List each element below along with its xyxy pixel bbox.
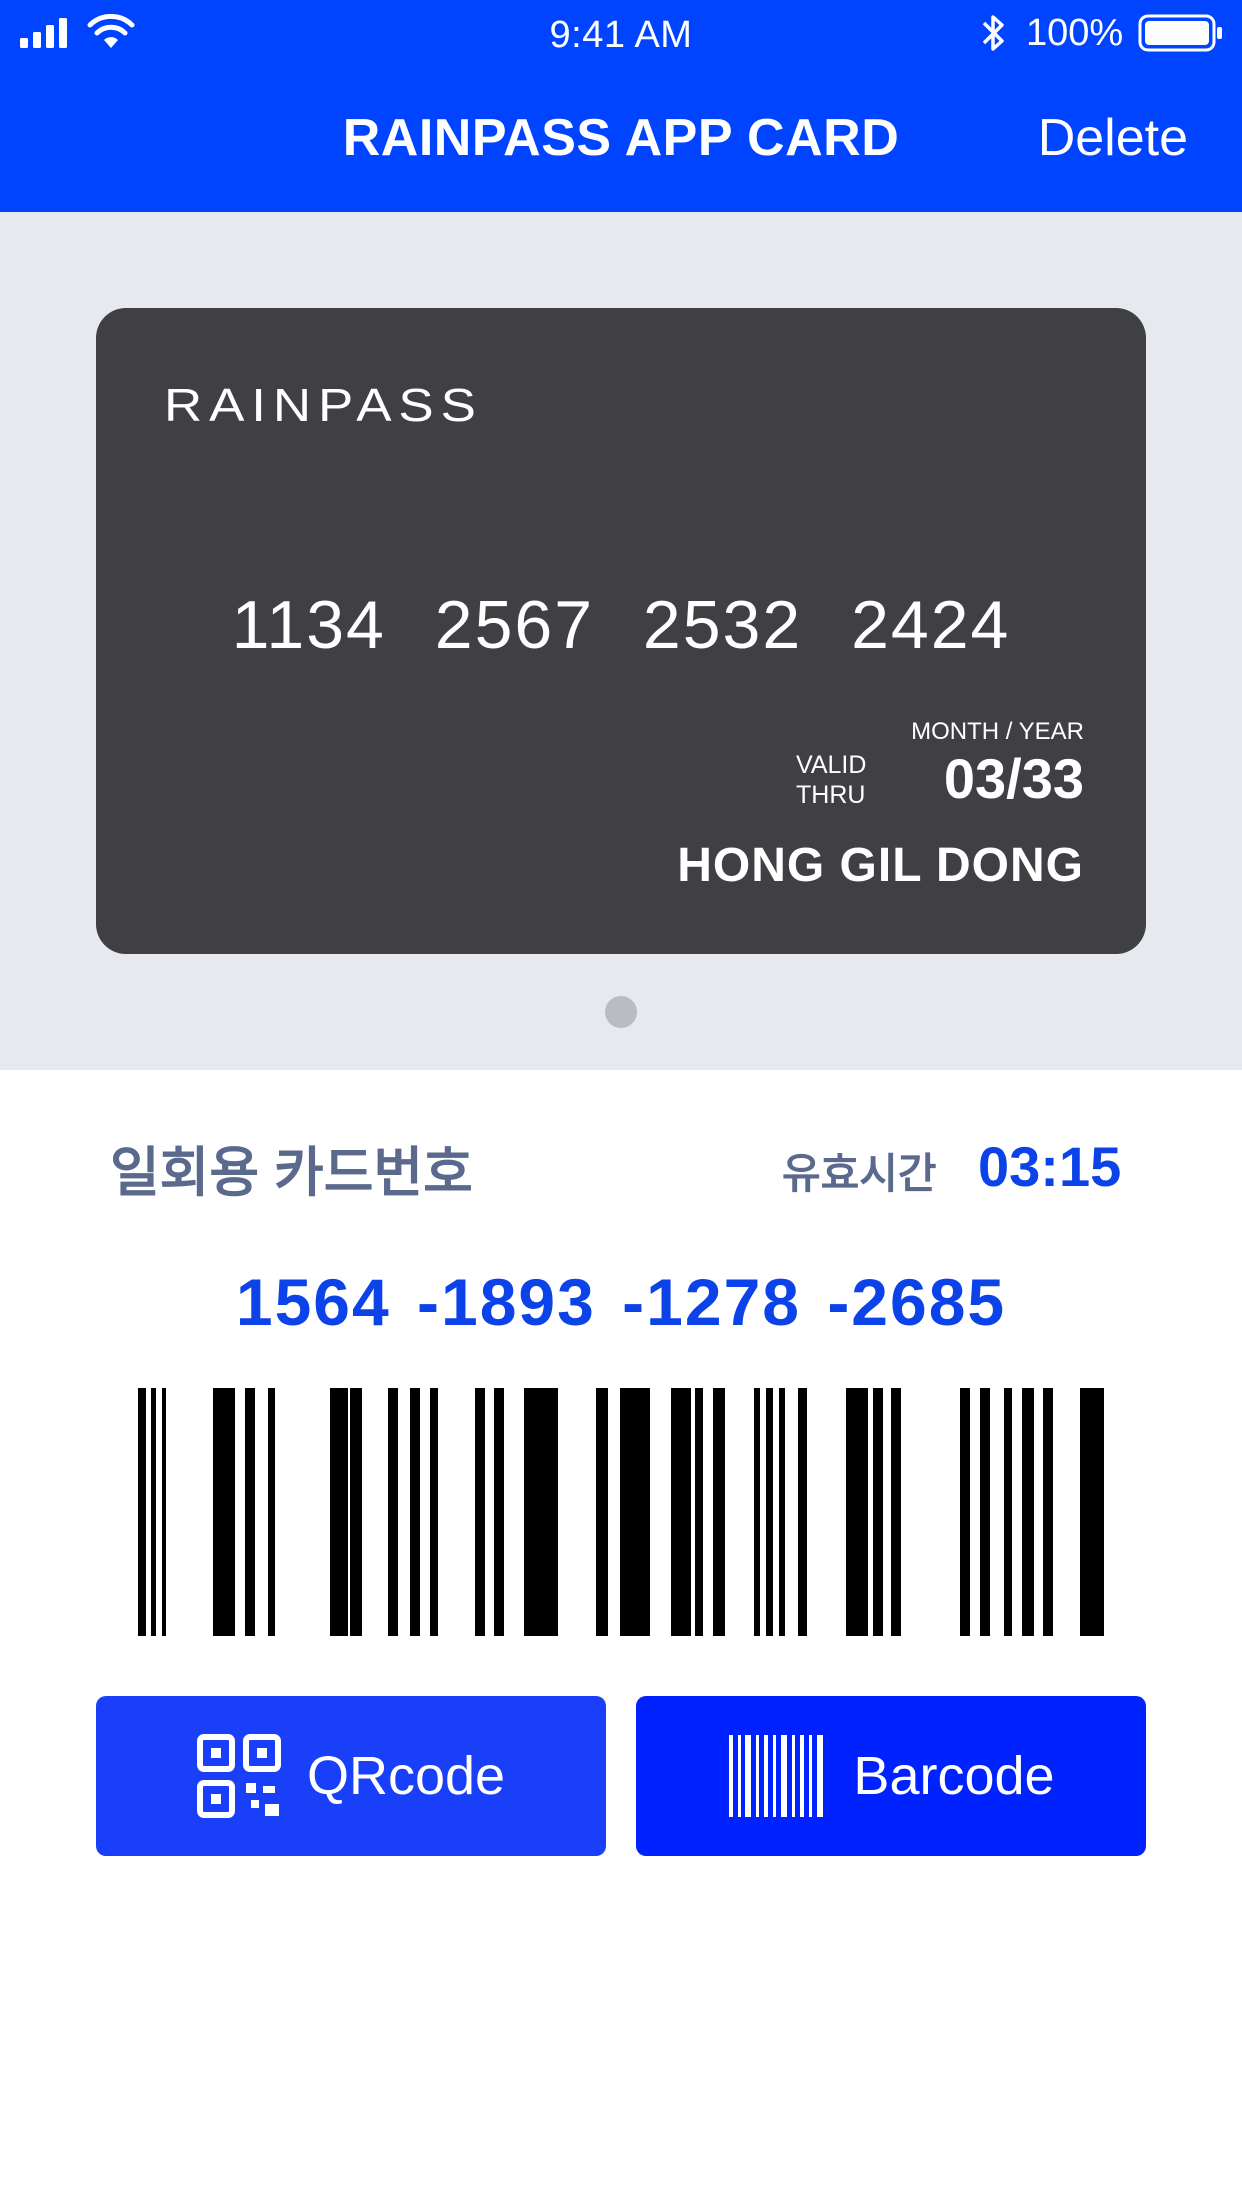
barcode-bar [766,1388,773,1636]
page-indicator-dot[interactable] [605,996,637,1028]
barcode-bar [960,1388,970,1636]
barcode-bar [798,1388,807,1636]
barcode-bar [151,1388,156,1636]
barcode-bar [596,1388,608,1636]
status-bar: 9:41 AM 100% [0,0,1242,66]
barcode-bar [1080,1388,1104,1636]
valid-thru-line1: VALID [796,751,867,779]
card-holder-name: HONG GIL DONG [677,839,1084,892]
barcode-image [138,1388,1104,1636]
barcode-bar [713,1388,725,1636]
barcode-bar [430,1388,438,1636]
barcode-bar [388,1388,398,1636]
barcode-bar [330,1388,348,1636]
barcode-bar [245,1388,255,1636]
barcode-bar [671,1388,691,1636]
barcode-bar [162,1388,166,1636]
qrcode-icon [196,1734,281,1818]
month-year-label: MONTH / YEAR [911,718,1084,745]
one-time-card-number-label: 일회용 카드번호 [110,1143,473,1203]
card-brand-logo: RAINPASS [164,379,483,431]
payment-card[interactable]: RAINPASS 1134 2567 2532 2424 VALID THRU … [96,308,1146,954]
barcode-bar [873,1388,883,1636]
barcode-bar [410,1388,420,1636]
barcode-bar [779,1388,785,1636]
one-time-card-number: 1564 -1893 -1278 -2685 [235,1265,1007,1339]
barcode-button-label: Barcode [853,1746,1055,1806]
card-number: 1134 2567 2532 2424 [231,587,1011,663]
barcode-button[interactable]: Barcode [636,1696,1146,1856]
barcode-bar [620,1388,650,1636]
barcode-bar [524,1388,558,1636]
qrcode-button-label: QRcode [306,1746,506,1806]
barcode-bar [138,1388,146,1636]
delete-button[interactable]: Delete [1038,108,1188,168]
barcode-bar [695,1388,703,1636]
barcode-bar [213,1388,235,1636]
battery-percent: 100% [1026,12,1124,54]
card-expiry: 03/33 [943,747,1084,810]
barcode-bar [754,1388,760,1636]
valid-thru-line2: THRU [796,781,866,809]
qrcode-button[interactable]: QRcode [96,1696,606,1856]
app-header: 9:41 AM 100% RAINPASS APP CARD Delete [0,0,1242,212]
valid-thru-label: VALID THRU [796,750,866,810]
card-carousel[interactable]: RAINPASS 1134 2567 2532 2424 VALID THRU … [0,212,1242,1070]
barcode-bar [1022,1388,1034,1636]
valid-time-countdown: 03:15 [978,1135,1122,1198]
barcode-bar [268,1388,275,1636]
valid-time-label: 유효시간 [782,1150,937,1197]
barcode-bar [350,1388,362,1636]
barcode-bar [846,1388,868,1636]
barcode-bar [494,1388,504,1636]
barcode-bar [1004,1388,1012,1636]
barcode-bar [1043,1388,1053,1636]
barcode-bar [475,1388,485,1636]
bluetooth-icon [982,15,1004,51]
battery-icon [1138,14,1222,52]
barcode-icon [729,1735,824,1817]
barcode-bar [891,1388,901,1636]
barcode-bar [980,1388,990,1636]
